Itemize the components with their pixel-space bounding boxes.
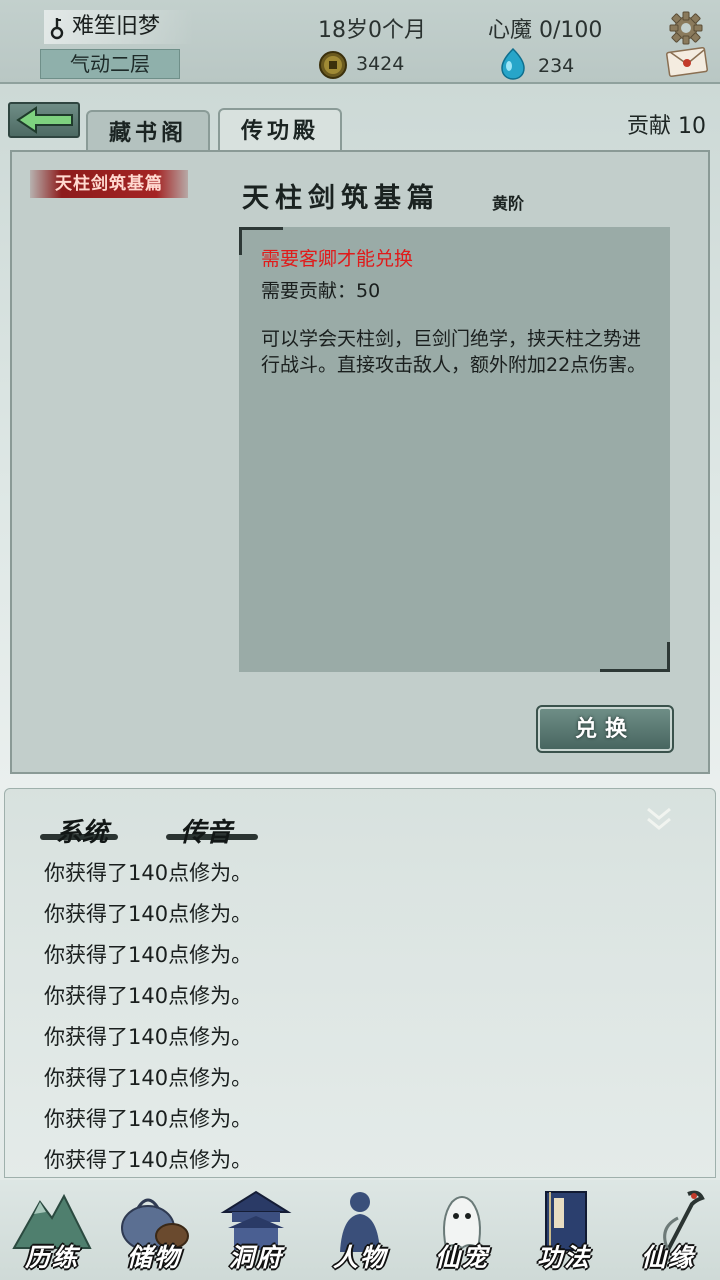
spirit-stone-icon bbox=[501, 48, 525, 80]
nav-label: 仙宠 bbox=[434, 1243, 489, 1272]
nav-storage[interactable]: 储物 bbox=[106, 1184, 202, 1276]
requirement-contribution: 需要贡献：50 bbox=[261, 280, 381, 302]
nav-training[interactable]: 历练 bbox=[4, 1184, 100, 1276]
requirement-warning: 需要客卿才能兑换 bbox=[261, 248, 414, 270]
nav-label: 人物 bbox=[332, 1243, 387, 1272]
back-button[interactable] bbox=[8, 102, 80, 138]
chat-message: 你获得了140点修为。 bbox=[44, 943, 253, 967]
nav-label: 储物 bbox=[126, 1243, 181, 1272]
player-name-text: 难笙旧梦 bbox=[72, 14, 161, 39]
nav-fortune[interactable]: 仙缘 bbox=[620, 1184, 716, 1276]
chat-message: 你获得了140点修为。 bbox=[44, 861, 253, 885]
chat-tab-whisper[interactable]: 传音 bbox=[180, 812, 232, 849]
arrow-left-icon bbox=[16, 106, 73, 134]
gear-icon[interactable] bbox=[668, 10, 704, 46]
mail-icon[interactable] bbox=[666, 46, 708, 78]
copper-coin-icon bbox=[319, 51, 347, 79]
skill-list-item[interactable]: 天柱剑筑基篇 bbox=[30, 170, 188, 198]
chat-message: 你获得了140点修为。 bbox=[44, 1107, 253, 1131]
nav-spirit-pet[interactable]: 仙宠 bbox=[414, 1184, 510, 1276]
skill-title: 天柱剑筑基篇 bbox=[242, 183, 440, 214]
nav-techniques[interactable]: 功法 bbox=[516, 1184, 612, 1276]
frame-corner bbox=[600, 642, 670, 672]
chat-message: 你获得了140点修为。 bbox=[44, 1066, 253, 1090]
chat-tab-system[interactable]: 系统 bbox=[56, 812, 108, 849]
nav-cave-residence[interactable]: 洞府 bbox=[208, 1184, 304, 1276]
inner-demon-counter: 心魔 0/100 bbox=[488, 18, 603, 43]
chevron-down-icon[interactable] bbox=[644, 804, 674, 834]
coin-count: 3424 bbox=[356, 53, 405, 75]
nav-character[interactable]: 人物 bbox=[312, 1184, 408, 1276]
tab-library[interactable]: 藏书阁 bbox=[86, 110, 210, 152]
player-age: 18岁0个月 bbox=[318, 18, 426, 43]
nav-label: 洞府 bbox=[228, 1243, 283, 1272]
skill-description: 可以学会天柱剑，巨剑门绝学，挟天柱之势进行战斗。直接攻击敌人，额外附加22点伤害… bbox=[261, 328, 647, 376]
tab-transmission-hall[interactable]: 传功殿 bbox=[218, 108, 342, 152]
key-icon bbox=[50, 18, 64, 40]
nav-label: 功法 bbox=[536, 1243, 591, 1272]
nav-label: 历练 bbox=[24, 1243, 79, 1272]
nav-label: 仙缘 bbox=[640, 1243, 695, 1272]
skill-grade: 黄阶 bbox=[492, 194, 525, 213]
cultivation-realm: 气动二层 bbox=[40, 49, 180, 79]
chat-messages: 你获得了140点修为。 你获得了140点修为。 你获得了140点修为。 你获得了… bbox=[44, 858, 252, 1186]
chat-message: 你获得了140点修为。 bbox=[44, 984, 253, 1008]
contribution-points: 贡献 10 bbox=[627, 114, 706, 139]
player-name[interactable]: 难笙旧梦 bbox=[44, 10, 194, 44]
spirit-stone-count: 234 bbox=[538, 55, 575, 77]
exchange-button[interactable]: 兑换 bbox=[536, 705, 674, 753]
chat-message: 你获得了140点修为。 bbox=[44, 1025, 253, 1049]
chat-message: 你获得了140点修为。 bbox=[44, 902, 253, 926]
